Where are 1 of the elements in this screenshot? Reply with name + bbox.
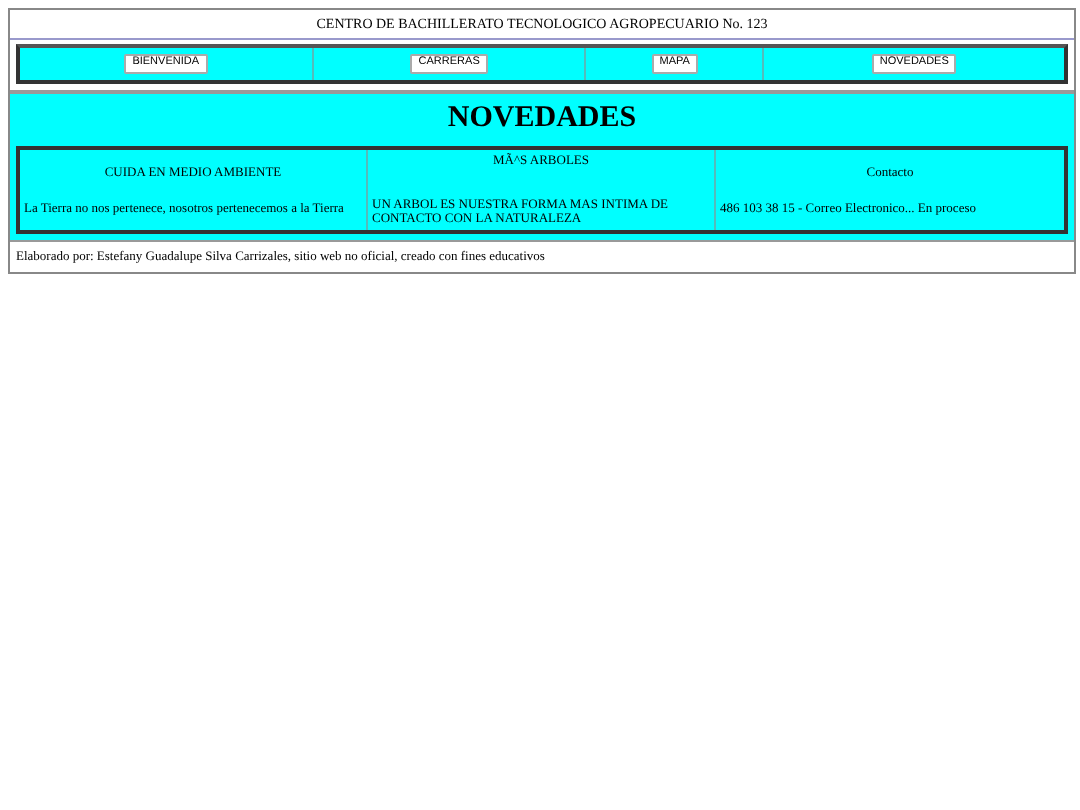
section-heading: NOVEDADES (445, 100, 639, 138)
